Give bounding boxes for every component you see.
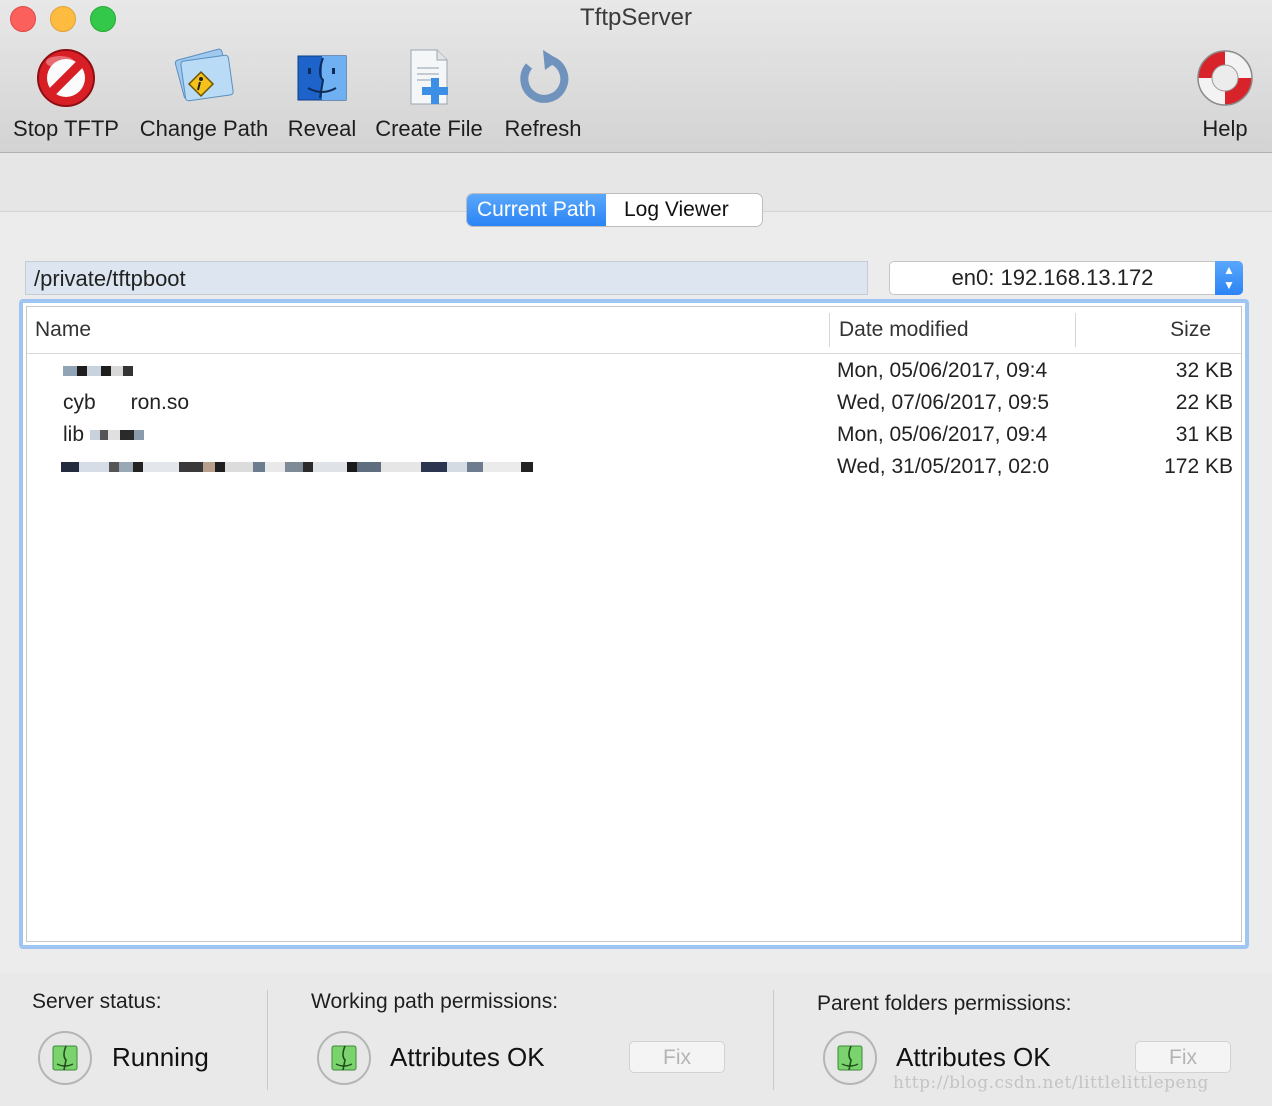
table-header: Name Date modified Size (27, 307, 1241, 354)
working-path-permissions-value: Attributes OK (390, 1042, 545, 1072)
tab-log-viewer[interactable]: Log Viewer (606, 194, 762, 226)
table-row[interactable]: Wed, 31/05/2017, 02:0 172 KB (27, 451, 1241, 483)
window-title: TftpServer (579, 4, 693, 31)
file-name-cell (61, 451, 821, 483)
create-file-button[interactable]: Create File (372, 46, 486, 142)
size-cell: 172 KB (1164, 455, 1233, 478)
window-toolbar: TftpServer Stop TFTP Change Path Reveal … (0, 0, 1272, 153)
stop-tftp-label: Stop TFTP (13, 116, 119, 141)
blurred-name (89, 423, 144, 446)
stop-sign-icon (37, 49, 95, 107)
date-cell: Wed, 07/06/2017, 09:5 (837, 391, 1050, 414)
help-button[interactable]: Help (1192, 46, 1258, 142)
finder-status-icon (317, 1031, 371, 1085)
column-divider[interactable] (1075, 313, 1076, 347)
change-path-button[interactable]: Change Path (136, 46, 272, 142)
size-cell: 32 KB (1175, 359, 1233, 382)
refresh-icon (520, 50, 569, 103)
column-divider[interactable] (829, 313, 830, 347)
interface-selected-value: en0: 192.168.13.172 (951, 265, 1154, 290)
finder-status-icon (823, 1031, 877, 1085)
watermark: http://blog.csdn.net/littlelittlepeng (893, 1073, 1209, 1093)
size-cell: 22 KB (1175, 391, 1233, 414)
select-stepper-icon: ▲ ▼ (1215, 261, 1243, 295)
column-header-date-modified[interactable]: Date modified (839, 307, 969, 353)
create-file-label: Create File (375, 116, 483, 141)
help-label: Help (1202, 116, 1248, 141)
file-name: lib (63, 423, 85, 446)
refresh-label: Refresh (504, 116, 582, 141)
lifebuoy-icon (1197, 50, 1253, 106)
reveal-button[interactable]: Reveal (284, 46, 360, 142)
change-path-icon (174, 48, 234, 102)
reveal-label: Reveal (287, 116, 357, 141)
working-path-permissions-heading: Working path permissions: (311, 990, 559, 1013)
refresh-button[interactable]: Refresh (502, 46, 584, 142)
fix-parent-folders-button[interactable]: Fix (1135, 1041, 1231, 1073)
finder-status-icon (38, 1031, 92, 1085)
fix-working-path-button[interactable]: Fix (629, 1041, 725, 1073)
server-status-value: Running (112, 1042, 209, 1072)
view-tabs: Current Path Log Viewer (467, 194, 762, 226)
date-cell: Mon, 05/06/2017, 09:4 (837, 359, 1048, 382)
file-table-body: Name Date modified Size Mon, 05/06/2017,… (26, 306, 1242, 942)
change-path-label: Change Path (139, 116, 269, 141)
file-table: Name Date modified Size Mon, 05/06/2017,… (19, 299, 1249, 949)
tab-current-path[interactable]: Current Path (467, 194, 606, 226)
status-divider (773, 990, 774, 1090)
table-row[interactable]: Mon, 05/06/2017, 09:4 32 KB (27, 355, 1241, 387)
table-row[interactable]: lib Mon, 05/06/2017, 09:4 31 KB (27, 419, 1241, 451)
parent-folders-permissions-heading: Parent folders permissions: (817, 992, 1072, 1015)
interface-select[interactable]: en0: 192.168.13.172 ▲ ▼ (889, 261, 1243, 295)
column-header-name[interactable]: Name (35, 307, 91, 353)
date-cell: Mon, 05/06/2017, 09:4 (837, 423, 1048, 446)
current-path-field[interactable]: /private/tftpboot (25, 261, 868, 295)
date-cell: Wed, 31/05/2017, 02:0 (837, 455, 1050, 478)
finder-icon (297, 55, 347, 101)
create-file-icon (410, 49, 448, 105)
size-cell: 31 KB (1175, 423, 1233, 446)
parent-folders-permissions-value: Attributes OK (896, 1042, 1051, 1072)
blurred-name (63, 359, 133, 382)
column-header-size[interactable]: Size (1170, 307, 1211, 353)
table-row[interactable]: cyb ron.so Wed, 07/06/2017, 09:5 22 KB (27, 387, 1241, 419)
file-name-cell: cyb ron.so (63, 387, 823, 419)
status-divider (267, 990, 268, 1090)
stop-tftp-button[interactable]: Stop TFTP (10, 46, 122, 142)
blurred-name (61, 455, 533, 478)
server-status-heading: Server status: (32, 990, 162, 1013)
file-name-cell: lib (63, 419, 823, 451)
file-name: cyb ron.so (63, 391, 190, 414)
file-name-cell (63, 355, 823, 387)
